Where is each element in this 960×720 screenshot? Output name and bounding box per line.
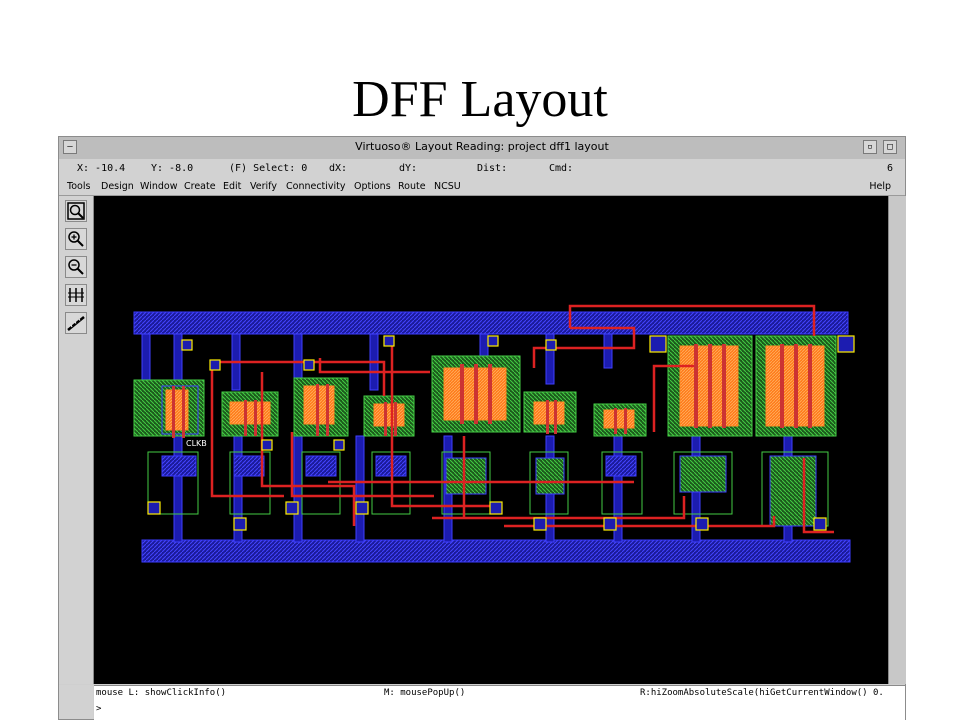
coordinate-status-bar: X: -10.4 Y: -8.0 (F) Select: 0 dX: dY: D… xyxy=(59,159,905,180)
ruler-icon xyxy=(67,316,85,331)
menu-verify[interactable]: Verify xyxy=(250,181,277,192)
mouse-right-binding: R:hiZoomAbsoluteScale(hiGetCurrentWindow… xyxy=(640,688,884,698)
menu-design[interactable]: Design xyxy=(101,181,134,192)
zoom-out-icon xyxy=(68,259,84,275)
mouse-left-binding: mouse L: showClickInfo() xyxy=(96,688,227,698)
mouse-middle-binding: M: mousePopUp() xyxy=(384,688,466,698)
window-number: 6 xyxy=(886,163,893,174)
distance-readout: Dist: xyxy=(477,163,508,174)
menu-bar: Tools Design Window Create Edit Verify C… xyxy=(59,179,905,196)
stretch-icon xyxy=(68,288,84,302)
command-prompt[interactable]: > xyxy=(96,704,101,714)
maximize-button[interactable]: □ xyxy=(883,140,897,154)
menu-options[interactable]: Options xyxy=(354,181,391,192)
menu-tools[interactable]: Tools xyxy=(67,181,90,192)
menu-edit[interactable]: Edit xyxy=(223,181,241,192)
select-count: (F) Select: 0 xyxy=(229,163,308,174)
zoom-out-button[interactable] xyxy=(65,256,87,278)
tool-palette xyxy=(59,196,94,684)
layout-canvas[interactable]: CLKB xyxy=(94,196,888,684)
menu-connectivity[interactable]: Connectivity xyxy=(286,181,346,192)
command-readout: Cmd: xyxy=(549,163,574,174)
window-titlebar[interactable]: — Virtuoso® Layout Reading: project dff1… xyxy=(59,137,905,160)
dx-readout: dX: xyxy=(329,163,348,174)
minimize-button[interactable]: ▫ xyxy=(863,140,877,154)
stretch-button[interactable] xyxy=(65,284,87,306)
zoom-in-button[interactable] xyxy=(65,228,87,250)
menu-create[interactable]: Create xyxy=(184,181,216,192)
menu-ncsu[interactable]: NCSU xyxy=(434,181,461,192)
command-area[interactable]: mouse L: showClickInfo() M: mousePopUp()… xyxy=(94,685,905,720)
dff-layout-drawing: CLKB xyxy=(133,304,855,563)
x-coordinate: X: -10.4 xyxy=(77,163,126,174)
zoom-in-icon xyxy=(68,231,84,247)
nmos-cells xyxy=(147,451,829,527)
menu-route[interactable]: Route xyxy=(398,181,426,192)
vertical-scrollbar[interactable] xyxy=(888,196,906,684)
y-coordinate: Y: -8.0 xyxy=(151,163,194,174)
dy-readout: dY: xyxy=(399,163,418,174)
window-title: Virtuoso® Layout Reading: project dff1 l… xyxy=(355,140,609,153)
menu-help[interactable]: Help xyxy=(869,181,891,192)
ruler-button[interactable] xyxy=(65,312,87,334)
command-left-strip xyxy=(59,685,93,719)
menu-window[interactable]: Window xyxy=(140,181,177,192)
virtuoso-window: — Virtuoso® Layout Reading: project dff1… xyxy=(58,136,906,720)
gnd-rail xyxy=(141,539,851,563)
vdd-rail xyxy=(133,311,849,335)
clkb-label: CLKB xyxy=(186,439,207,448)
slide-title: DFF Layout xyxy=(352,71,608,128)
zoom-fit-button[interactable] xyxy=(65,200,87,222)
zoom-fit-icon xyxy=(67,202,85,220)
